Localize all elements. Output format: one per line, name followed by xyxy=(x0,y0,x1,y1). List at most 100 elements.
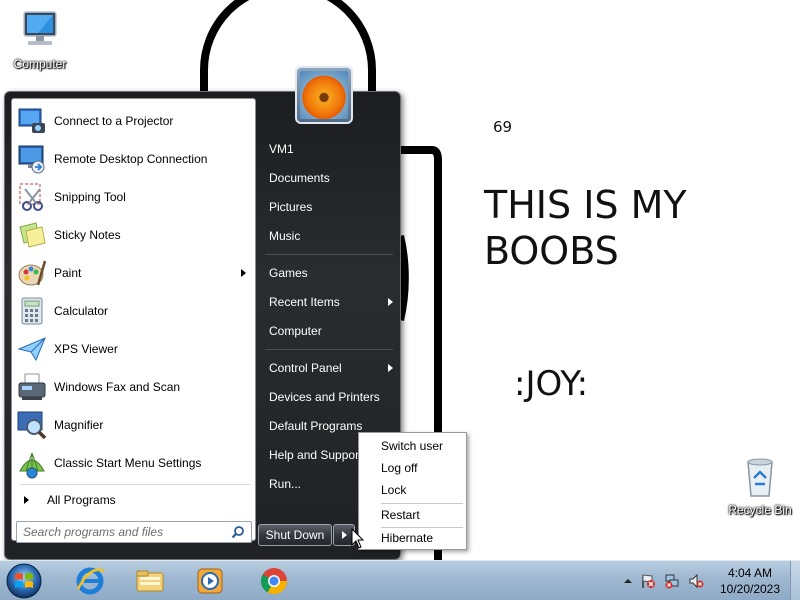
place-label: Pictures xyxy=(269,200,313,214)
taskbar-file-explorer[interactable] xyxy=(122,563,178,599)
place-pictures[interactable]: Pictures xyxy=(263,194,399,220)
place-control-panel[interactable]: Control Panel xyxy=(263,355,399,381)
menu-item-restart[interactable]: Restart xyxy=(361,504,464,526)
program-label: XPS Viewer xyxy=(54,342,118,356)
place-label: Help and Support xyxy=(269,448,363,462)
show-hidden-icons-icon[interactable] xyxy=(620,573,636,589)
flower-avatar-image xyxy=(300,71,348,119)
calculator-icon xyxy=(21,297,43,325)
place-label: Recent Items xyxy=(269,295,340,309)
place-games[interactable]: Games xyxy=(263,260,399,286)
place-user-folder[interactable]: VM1 xyxy=(263,136,399,162)
chevron-right-icon xyxy=(342,531,347,539)
magnifier-icon xyxy=(17,411,47,440)
program-paint[interactable]: Paint xyxy=(16,255,252,291)
place-computer[interactable]: Computer xyxy=(263,318,399,344)
start-menu-programs-pane: Connect to a Projector Remote Desktop Co… xyxy=(11,98,256,543)
computer-icon xyxy=(23,11,57,45)
volume-muted-icon[interactable] xyxy=(688,573,704,589)
menu-item-hibernate[interactable]: Hibernate xyxy=(361,527,464,549)
shut-down-submenu: Switch user Log off Lock Restart Hiberna… xyxy=(358,432,467,550)
taskbar: 4:04 AM 10/20/2023 xyxy=(0,560,800,600)
chrome-icon xyxy=(260,568,288,595)
all-programs-label: All Programs xyxy=(47,493,116,507)
place-label: Games xyxy=(269,266,308,280)
all-programs-button[interactable]: All Programs xyxy=(16,488,252,512)
desktop-icon-label: Recycle Bin xyxy=(728,503,792,517)
desktop-icon-label: Computer xyxy=(13,57,67,71)
shell-icon xyxy=(19,452,45,479)
program-sticky-notes[interactable]: Sticky Notes xyxy=(16,217,252,253)
start-button[interactable] xyxy=(4,562,44,600)
place-label: Run... xyxy=(269,477,302,491)
recycle-bin-icon xyxy=(747,458,773,497)
clock-date: 10/20/2023 xyxy=(719,582,781,596)
programs-divider xyxy=(20,484,250,485)
program-calculator[interactable]: Calculator xyxy=(16,293,252,329)
place-documents[interactable]: Documents xyxy=(263,165,399,191)
file-explorer-icon xyxy=(136,570,164,592)
place-devices-and-printers[interactable]: Devices and Printers xyxy=(263,384,399,410)
place-music[interactable]: Music xyxy=(263,223,399,249)
program-label: Calculator xyxy=(54,304,109,318)
clock-time: 4:04 AM xyxy=(727,566,773,580)
place-label: VM1 xyxy=(269,142,294,156)
program-label: Remote Desktop Connection xyxy=(54,152,208,166)
program-magnifier[interactable]: Magnifier xyxy=(16,407,252,443)
place-label: Documents xyxy=(269,171,330,185)
remote-desktop-icon xyxy=(18,145,45,174)
action-center-flag-icon[interactable] xyxy=(640,573,656,589)
program-label: Connect to a Projector xyxy=(54,114,174,128)
show-desktop-button[interactable] xyxy=(790,561,800,600)
system-clock[interactable]: 4:04 AM 10/20/2023 xyxy=(712,565,788,597)
desktop-icon-recycle-bin[interactable]: Recycle Bin xyxy=(720,456,800,517)
places-divider xyxy=(265,349,393,350)
menu-item-lock[interactable]: Lock xyxy=(361,479,464,501)
network-disconnected-icon[interactable] xyxy=(664,573,680,589)
projector-icon xyxy=(18,108,45,133)
place-label: Music xyxy=(269,229,301,243)
place-recent-items[interactable]: Recent Items xyxy=(263,289,399,315)
media-player-icon xyxy=(197,568,223,594)
program-label: Classic Start Menu Settings xyxy=(54,456,202,470)
place-label: Computer xyxy=(269,324,322,338)
menu-item-log-off[interactable]: Log off xyxy=(361,457,464,479)
sticky-notes-icon xyxy=(19,222,46,248)
taskbar-media-player[interactable] xyxy=(182,563,238,599)
program-classic-start-menu-settings[interactable]: Classic Start Menu Settings xyxy=(16,445,252,481)
wallpaper-joy-text: :JOY: xyxy=(514,364,589,404)
fax-icon xyxy=(18,373,46,400)
wallpaper-headline: THIS IS MY BOOBS xyxy=(484,183,687,273)
program-label: Windows Fax and Scan xyxy=(54,380,181,394)
place-label: Devices and Printers xyxy=(269,390,380,404)
program-label: Sticky Notes xyxy=(54,228,121,242)
program-snipping-tool[interactable]: Snipping Tool xyxy=(16,179,252,215)
shut-down-button[interactable]: Shut Down xyxy=(258,524,332,546)
places-divider xyxy=(265,254,393,255)
paint-palette-icon xyxy=(18,260,47,286)
taskbar-chrome[interactable] xyxy=(246,563,302,599)
program-label: Magnifier xyxy=(54,418,104,432)
scissors-icon xyxy=(19,183,43,211)
search-box[interactable] xyxy=(16,521,252,543)
program-xps-viewer[interactable]: XPS Viewer xyxy=(16,331,252,367)
program-connect-to-projector[interactable]: Connect to a Projector xyxy=(16,103,252,139)
program-windows-fax-and-scan[interactable]: Windows Fax and Scan xyxy=(16,369,252,405)
mouse-cursor-icon xyxy=(351,528,365,549)
submenu-arrow-icon xyxy=(388,364,393,372)
paper-plane-icon xyxy=(17,337,46,362)
place-label: Default Programs xyxy=(269,419,363,433)
search-input[interactable] xyxy=(17,522,223,542)
user-avatar[interactable] xyxy=(295,66,353,124)
menu-item-switch-user[interactable]: Switch user xyxy=(361,435,464,457)
search-icon[interactable] xyxy=(231,525,245,539)
program-remote-desktop-connection[interactable]: Remote Desktop Connection xyxy=(16,141,252,177)
start-menu: Connect to a Projector Remote Desktop Co… xyxy=(4,91,401,560)
taskbar-internet-explorer[interactable] xyxy=(62,563,118,599)
program-label: Paint xyxy=(54,266,82,280)
program-label: Snipping Tool xyxy=(54,190,126,204)
desktop-icon-computer[interactable]: Computer xyxy=(0,8,80,71)
expand-arrow-icon xyxy=(24,496,29,504)
submenu-arrow-icon xyxy=(241,269,246,277)
notification-area xyxy=(616,561,720,600)
